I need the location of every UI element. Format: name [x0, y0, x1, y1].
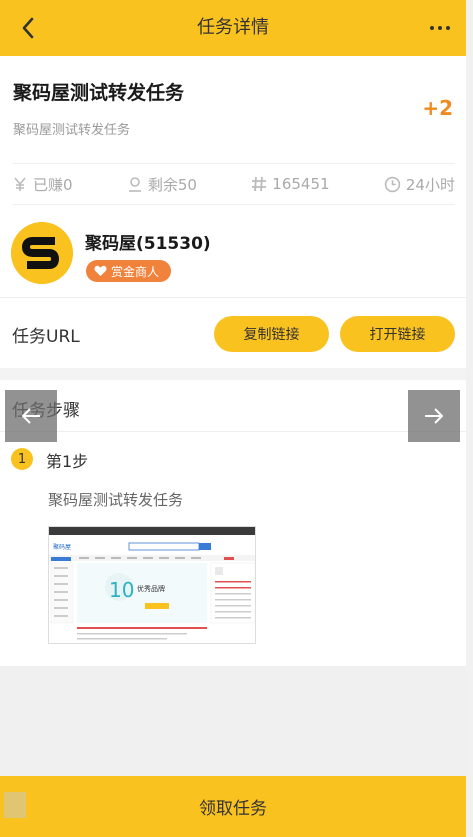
merchant-badge-label: 赏金商人: [111, 264, 160, 279]
steps-header: 任务步骤: [0, 380, 466, 432]
merchant-name: 聚码屋(51530): [85, 234, 211, 254]
stat-duration: 24小时: [384, 174, 455, 195]
scrollbar[interactable]: [466, 0, 473, 837]
section-divider: [0, 368, 466, 380]
clock-icon: [384, 176, 401, 192]
task-title: 聚码屋测试转发任务: [13, 82, 185, 104]
task-subtitle: 聚码屋测试转发任务: [13, 123, 131, 138]
claim-task-button[interactable]: 领取任务: [0, 776, 466, 837]
stat-task-id-text: 165451: [272, 175, 330, 193]
page-title: 任务详情: [197, 17, 269, 38]
step-label: 第1步: [46, 452, 89, 471]
task-header: 聚码屋测试转发任务 聚码屋测试转发任务 +2: [0, 56, 466, 160]
webpage-thumbnail: 聚码屋 10 优秀品牌: [49, 527, 255, 643]
open-link-button[interactable]: 打开链接: [340, 316, 455, 352]
arrow-left-icon: [22, 408, 40, 424]
top-bar: 任务详情: [0, 0, 466, 56]
more-button[interactable]: [420, 12, 460, 44]
avatar-letter: S: [61, 281, 63, 283]
scroll-corner: [4, 792, 26, 818]
step-description: 聚码屋测试转发任务: [48, 491, 184, 509]
task-url-row: 任务URL 复制链接 打开链接: [0, 300, 466, 368]
hash-icon: [252, 176, 267, 192]
arrow-right-icon: [425, 408, 443, 424]
merchant-card[interactable]: S 聚码屋(51530) 赏金商人: [0, 212, 466, 298]
more-horizontal-icon: [430, 26, 434, 30]
heart-icon: [94, 265, 107, 276]
stat-duration-text: 24小时: [405, 175, 455, 194]
stat-earned-text: 已赚0: [33, 175, 73, 194]
merchant-logo-icon: S: [11, 222, 73, 284]
empty-area: [0, 666, 466, 776]
task-url-label: 任务URL: [12, 327, 80, 347]
stat-earned: 已赚0: [12, 174, 73, 195]
yen-icon: [14, 177, 26, 191]
stat-remaining-text: 剩余50: [147, 175, 197, 194]
step-screenshot[interactable]: 聚码屋 10 优秀品牌: [48, 526, 256, 644]
stat-task-id: 165451: [251, 175, 330, 193]
avatar: S: [11, 222, 73, 284]
merchant-badge: 赏金商人: [86, 260, 172, 282]
stat-remaining: 剩余50: [127, 174, 197, 195]
step-number-badge: 1: [11, 448, 33, 470]
user-icon: [128, 177, 141, 192]
thumbnail-logo: 聚码屋: [53, 543, 71, 551]
prev-arrow-button[interactable]: [5, 390, 57, 442]
task-stats: 已赚0 剩余50 165451 24小时: [12, 163, 455, 205]
thumbnail-banner-number: 10: [109, 578, 134, 602]
next-arrow-button[interactable]: [408, 390, 460, 442]
thumbnail-banner-text: 优秀品牌: [137, 584, 165, 593]
copy-link-button[interactable]: 复制链接: [214, 316, 329, 352]
task-reward: +2: [422, 96, 453, 120]
